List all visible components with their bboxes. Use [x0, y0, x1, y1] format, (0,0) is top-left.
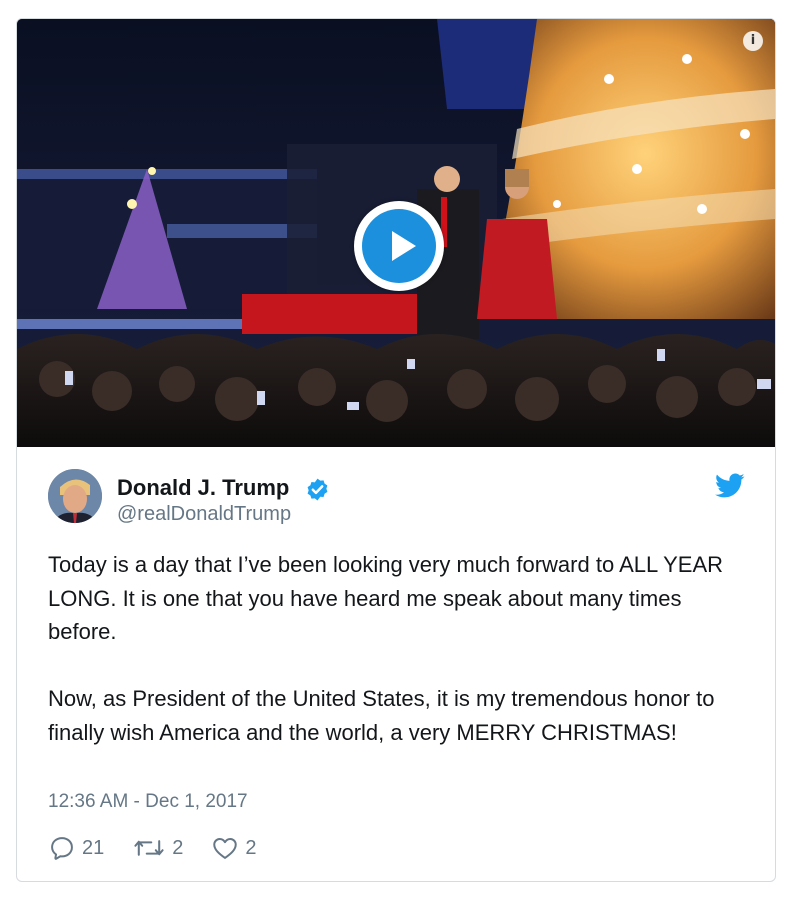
avatar-image: [48, 469, 102, 523]
reply-count: 21: [82, 836, 105, 859]
retweet-count: 2: [172, 836, 184, 859]
play-button[interactable]: [354, 201, 444, 291]
like-button[interactable]: 2: [211, 834, 257, 862]
video-thumbnail[interactable]: i: [17, 19, 775, 447]
heart-icon: [213, 838, 238, 859]
author-handle[interactable]: @realDonaldTrump: [117, 503, 291, 526]
author-display-name[interactable]: Donald J. Trump: [117, 475, 289, 501]
info-icon[interactable]: i: [743, 31, 763, 51]
play-icon: [362, 209, 436, 283]
retweet-icon: [134, 840, 164, 856]
tweet-actions: 21 2 2: [48, 831, 285, 865]
reply-button[interactable]: 21: [48, 834, 104, 862]
verified-badge-icon: [307, 478, 328, 501]
reply-icon: [51, 837, 73, 860]
tweet-text: Today is a day that I’ve been looking ve…: [48, 548, 748, 749]
twitter-bird-icon[interactable]: [715, 473, 745, 499]
tweet-paragraph: Today is a day that I’ve been looking ve…: [48, 552, 724, 644]
retweet-button[interactable]: 2: [132, 834, 183, 862]
tweet-paragraph: Now, as President of the United States, …: [48, 686, 715, 745]
avatar[interactable]: [48, 469, 102, 523]
tweet-card: i Donald J. Trump @realDonaldTrump Today…: [16, 18, 776, 882]
tweet-timestamp[interactable]: 12:36 AM - Dec 1, 2017: [48, 791, 248, 813]
like-count: 2: [245, 836, 257, 859]
